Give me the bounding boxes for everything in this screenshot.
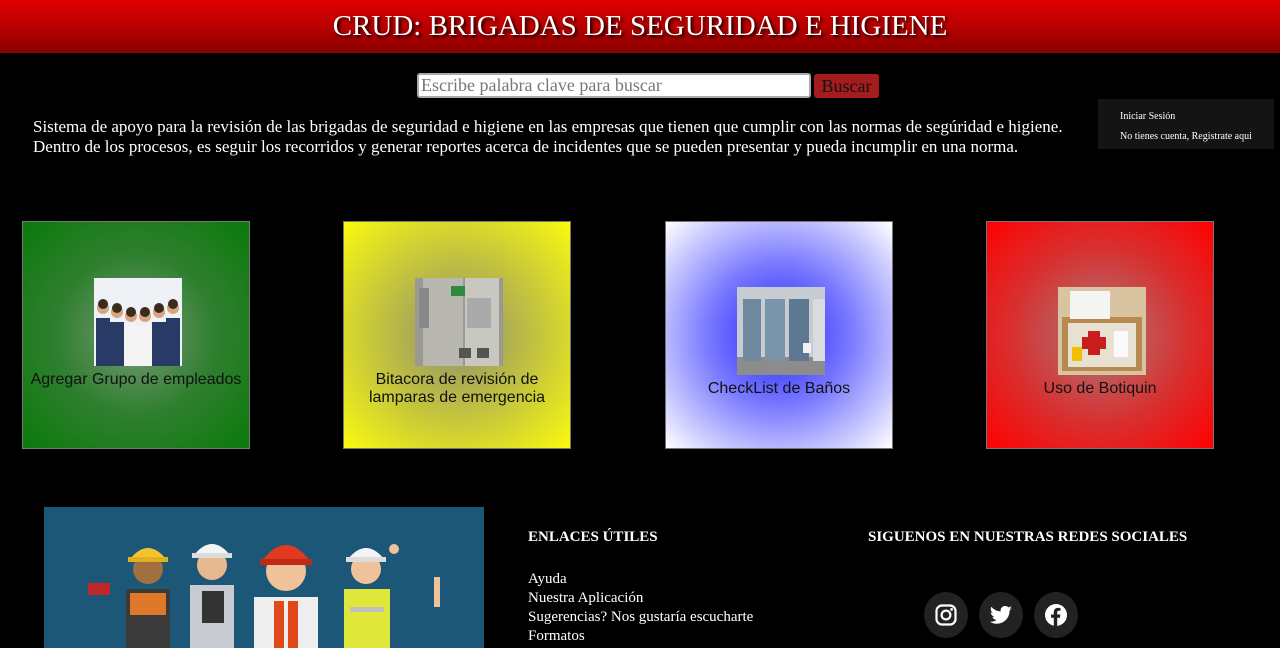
link-suggestions[interactable]: Sugerencias? Nos gustaría escucharte xyxy=(528,608,753,627)
search-bar: Buscar xyxy=(417,73,879,98)
safety-workers-illustration xyxy=(44,507,484,648)
social-title: SIGUENOS EN NUESTRAS REDES SOCIALES xyxy=(868,529,1188,545)
useful-links: Ayuda Nuestra Aplicación Sugerencias? No… xyxy=(528,570,753,646)
signin-link[interactable]: Iniciar Sesión xyxy=(1120,111,1175,122)
employees-photo xyxy=(94,278,182,366)
search-button[interactable]: Buscar xyxy=(814,74,879,98)
card-label: Agregar Grupo de empleados xyxy=(30,371,242,388)
facebook-icon[interactable] xyxy=(1034,592,1078,638)
intro-text: Sistema de apoyo para la revisión de las… xyxy=(33,117,1063,156)
search-input[interactable] xyxy=(417,73,811,98)
card-label: Uso de Botiquin xyxy=(1043,380,1157,397)
page-header: CRUD: BRIGADAS DE SEGURIDAD E HIGIENE xyxy=(0,0,1280,53)
card-bathroom-checklist[interactable]: CheckList de Baños xyxy=(665,221,893,449)
card-emergency-lamps-log[interactable]: Bitacora de revisión de lamparas de emer… xyxy=(343,221,571,449)
link-our-app[interactable]: Nuestra Aplicación xyxy=(528,589,753,608)
page-title: CRUD: BRIGADAS DE SEGURIDAD E HIGIENE xyxy=(332,10,948,42)
login-box: Iniciar Sesión No tienes cuenta, Registr… xyxy=(1098,99,1274,149)
link-formats[interactable]: Formatos xyxy=(528,627,753,646)
instagram-icon[interactable] xyxy=(924,592,968,638)
link-help[interactable]: Ayuda xyxy=(528,570,753,589)
first-aid-kit-photo xyxy=(1058,287,1146,375)
card-label: Bitacora de revisión de lamparas de emer… xyxy=(368,371,546,406)
emergency-lamp-photo xyxy=(415,278,503,366)
card-label: CheckList de Baños xyxy=(707,380,851,397)
card-first-aid-kit[interactable]: Uso de Botiquin xyxy=(986,221,1214,449)
twitter-icon[interactable] xyxy=(979,592,1023,638)
card-add-employee-group[interactable]: Agregar Grupo de empleados xyxy=(22,221,250,449)
bathroom-stalls-photo xyxy=(737,287,825,375)
links-title: ENLACES ÚTILES xyxy=(528,529,658,545)
register-link[interactable]: No tienes cuenta, Registrate aqui xyxy=(1120,131,1252,142)
